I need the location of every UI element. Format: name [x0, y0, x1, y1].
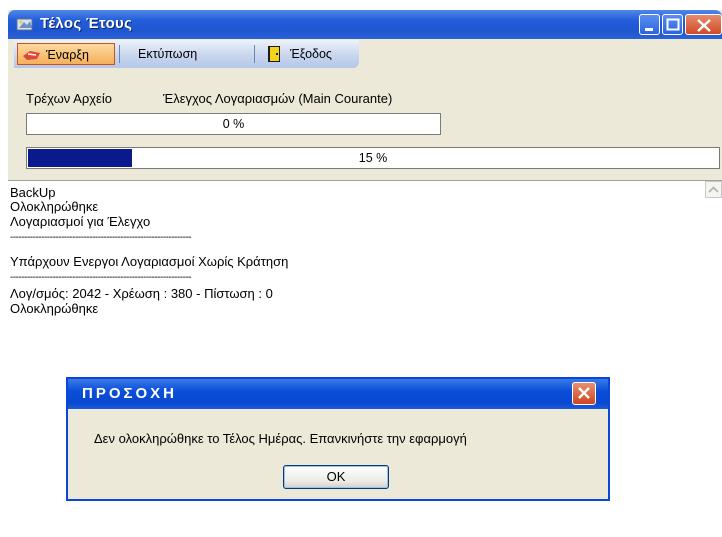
log-line: Υπάρχουν Ενεργοι Λογαριασμοί Χωρίς Κράτη… — [10, 254, 289, 269]
title-bar[interactable]: Τέλος Έτους — [8, 10, 722, 39]
log-line: Ολοκληρώθηκε — [10, 199, 99, 214]
total-progress-text: 15 % — [358, 151, 388, 165]
dialog-close-button[interactable] — [572, 382, 596, 405]
current-file-value: Έλεγχος Λογαριασμών (Main Courante) — [163, 91, 393, 106]
print-button[interactable]: Εκτύπωση — [138, 43, 197, 65]
exit-label: Έξοδος — [290, 47, 332, 61]
print-label: Εκτύπωση — [138, 47, 198, 61]
warning-dialog: ΠΡΟΣΟΧΗ Δεν ολοκληρώθηκε το Τέλος Ημέρας… — [66, 377, 610, 501]
close-icon — [697, 19, 711, 32]
start-label: Έναρξη — [46, 48, 89, 62]
chevron-up-icon — [708, 186, 719, 193]
close-icon — [578, 387, 590, 399]
ok-button[interactable]: OK — [283, 465, 389, 489]
close-button[interactable] — [685, 14, 722, 35]
app-icon — [16, 16, 34, 32]
exit-door-icon — [266, 45, 284, 70]
log-line: Λογ/σμός: 2042 - Χρέωση : 380 - Πίστωση … — [10, 286, 273, 301]
dialog-title-bar[interactable]: ΠΡΟΣΟΧΗ — [68, 379, 608, 409]
minimize-icon — [645, 28, 653, 31]
maximize-button[interactable] — [662, 14, 683, 35]
maximize-icon — [666, 18, 680, 31]
dialog-title: ΠΡΟΣΟΧΗ — [82, 385, 178, 402]
log-separator: ----------------------------------------… — [10, 272, 192, 283]
log-separator: ----------------------------------------… — [10, 232, 192, 243]
total-progress-bar: 15 % — [26, 147, 720, 169]
log-line: Λογαριασμοί για Έλεγχο — [10, 214, 151, 229]
file-progress-bar: 0 % — [26, 113, 441, 135]
current-file-label: Τρέχων Αρχείο — [26, 91, 112, 106]
left-edge — [0, 10, 8, 536]
log-line: BackUp — [10, 185, 56, 200]
file-progress-text: 0 % — [222, 117, 245, 131]
log-line: Ολοκληρώθηκε — [10, 301, 99, 316]
dialog-message: Δεν ολοκληρώθηκε το Τέλος Ημέρας. Επανκι… — [94, 431, 467, 446]
minimize-button[interactable] — [639, 14, 660, 35]
start-icon — [22, 47, 42, 69]
toolbar-separator — [254, 45, 255, 63]
scroll-up-button[interactable] — [705, 181, 722, 198]
start-button[interactable]: Έναρξη — [17, 43, 115, 65]
toolbar-separator — [119, 45, 120, 63]
toolbar: Έναρξη Εκτύπωση Έξοδος — [14, 40, 359, 68]
window-title: Τέλος Έτους — [40, 15, 133, 32]
